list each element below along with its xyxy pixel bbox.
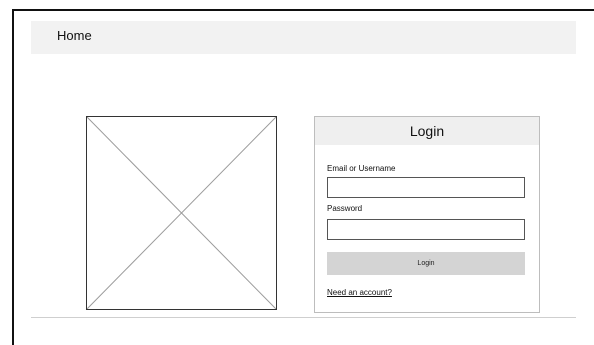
email-field[interactable] [327, 177, 525, 198]
email-label: Email or Username [327, 164, 396, 173]
window-frame-top [12, 9, 594, 11]
login-button[interactable]: Login [327, 252, 525, 275]
login-panel: Login Email or Username Password Login N… [314, 116, 540, 313]
signup-link[interactable]: Need an account? [327, 288, 392, 297]
divider [31, 317, 576, 318]
window-frame-left [12, 9, 14, 345]
page-header: Home [31, 21, 576, 54]
password-label: Password [327, 204, 363, 213]
page-title[interactable]: Home [57, 28, 92, 43]
password-field[interactable] [327, 219, 525, 240]
image-placeholder-icon [87, 117, 276, 309]
login-title: Login [409, 123, 445, 139]
login-panel-header: Login [315, 117, 539, 145]
image-placeholder [86, 116, 277, 310]
